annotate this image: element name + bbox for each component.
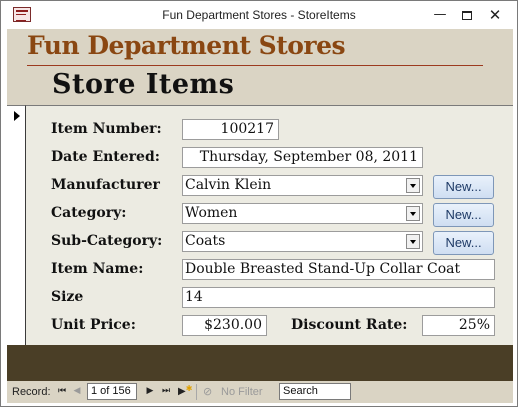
new-record-button[interactable]: ▶✱ [178,384,192,399]
form-title: Store Items [52,69,235,100]
sub-category-combo[interactable]: Coats [182,231,423,252]
record-selector[interactable] [7,105,26,345]
sub-category-value: Coats [185,233,226,249]
nav-divider [196,384,197,400]
previous-record-button[interactable]: ◀ [70,384,84,399]
last-record-button[interactable]: ⏭ [159,384,173,399]
category-value: Women [185,205,238,221]
maximize-button[interactable] [454,3,480,27]
minimize-button[interactable]: — [427,3,453,27]
title-bar[interactable]: Fun Department Stores - StoreItems — ✕ [1,1,517,29]
category-combo[interactable]: Women [182,203,423,224]
record-navigation-bar: Record: ⏮ ◀ 1 of 156 ▶ ⏭ ▶✱ ⊘ No Filter … [7,381,513,403]
close-button[interactable]: ✕ [482,3,508,27]
item-number-label: Item Number: [51,121,162,137]
form-header: Fun Department Stores Store Items [7,29,513,105]
app-window: Fun Department Stores - StoreItems — ✕ F… [0,0,518,407]
sub-category-label: Sub-Category: [51,233,163,249]
item-name-field[interactable]: Double Breasted Stand-Up Collar Coat [182,259,495,280]
date-entered-label: Date Entered: [51,149,160,165]
new-record-star-icon: ✱ [185,384,193,393]
discount-rate-field[interactable]: 25% [422,315,495,336]
new-sub-category-button[interactable]: New... [433,231,494,255]
unit-price-label: Unit Price: [51,317,136,333]
date-entered-field[interactable]: Thursday, September 08, 2011 [182,147,423,168]
manufacturer-label: Manufacturer [51,177,160,193]
record-label: Record: [12,386,51,398]
new-manufacturer-button[interactable]: New... [433,175,494,199]
company-name: Fun Department Stores [27,31,346,60]
next-record-button[interactable]: ▶ [143,384,157,399]
dropdown-arrow-icon[interactable] [406,206,420,221]
size-field[interactable]: 14 [182,287,495,308]
form-footer [7,345,513,381]
new-record-arrow-icon: ▶ [178,386,186,397]
manufacturer-value: Calvin Klein [185,177,272,193]
unit-price-field[interactable]: $230.00 [182,315,267,336]
manufacturer-combo[interactable]: Calvin Klein [182,175,423,196]
new-category-button[interactable]: New... [433,203,494,227]
dropdown-arrow-icon[interactable] [406,234,420,249]
filter-off-icon[interactable]: ⊘ [203,385,217,398]
maximize-icon [462,11,472,20]
search-input[interactable]: Search [279,383,351,400]
detail-section: Item Number: 100217 Date Entered: Thursd… [26,105,513,345]
category-label: Category: [51,205,127,221]
discount-rate-label: Discount Rate: [291,317,408,333]
header-divider [27,65,483,66]
item-number-field[interactable]: 100217 [182,119,279,140]
dropdown-arrow-icon[interactable] [406,178,420,193]
current-record-input[interactable]: 1 of 156 [87,383,137,400]
current-record-arrow-icon [14,111,20,121]
no-filter-button[interactable]: No Filter [221,386,263,398]
first-record-button[interactable]: ⏮ [55,384,69,399]
item-name-label: Item Name: [51,261,144,277]
size-label: Size [51,289,84,305]
